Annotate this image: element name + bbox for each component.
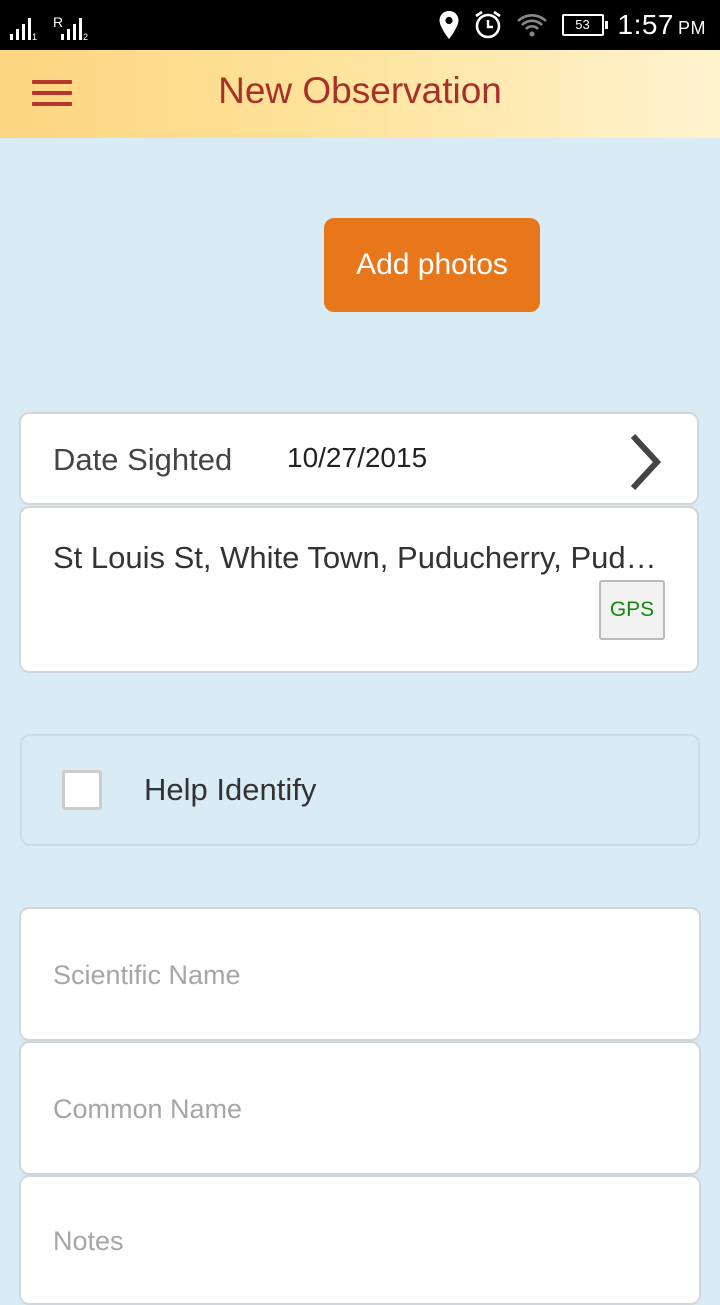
date-sighted-value: 10/27/2015 bbox=[287, 442, 428, 473]
common-name-input[interactable] bbox=[51, 1043, 655, 1175]
scientific-name-field-container bbox=[19, 907, 701, 1041]
alarm-icon bbox=[474, 10, 501, 39]
clock-ampm: PM bbox=[678, 18, 706, 38]
wifi-icon bbox=[516, 14, 547, 37]
page-title: New Observation bbox=[218, 70, 502, 111]
help-identify-label: Help Identify bbox=[144, 772, 317, 807]
sim2-index: 2 bbox=[83, 32, 89, 42]
notes-input[interactable] bbox=[51, 1177, 655, 1305]
gps-button[interactable]: GPS bbox=[599, 580, 665, 640]
help-identify-row: Help Identify bbox=[20, 734, 700, 846]
chevron-right-icon bbox=[630, 433, 662, 491]
location-icon bbox=[439, 11, 458, 39]
battery-icon: 53 bbox=[561, 14, 608, 36]
status-bar: 1 R 2 53 1:57 PM bbox=[0, 0, 720, 50]
scientific-name-input[interactable] bbox=[51, 909, 655, 1041]
help-identify-checkbox[interactable] bbox=[62, 770, 102, 810]
app-bar: New Observation bbox=[0, 50, 720, 138]
signal-icon: 1 bbox=[10, 18, 38, 42]
notes-field-container bbox=[19, 1175, 701, 1305]
roaming-indicator: R bbox=[53, 14, 64, 30]
clock-time: 1:57 bbox=[617, 9, 674, 40]
location-card: St Louis St, White Town, Puducherry, Pud… bbox=[19, 506, 699, 673]
clock: 1:57 PM bbox=[618, 9, 707, 41]
location-text: St Louis St, White Town, Puducherry, Pud… bbox=[53, 540, 669, 575]
sim1-index: 1 bbox=[32, 32, 38, 42]
add-photos-button[interactable]: Add photos bbox=[324, 218, 540, 312]
common-name-field-container bbox=[19, 1041, 701, 1175]
signal-group: 1 R 2 bbox=[10, 10, 89, 42]
date-sighted-label: Date Sighted bbox=[53, 442, 233, 477]
signal-roaming-icon: R 2 bbox=[53, 14, 89, 42]
battery-level: 53 bbox=[575, 17, 590, 32]
date-sighted-row[interactable]: Date Sighted 10/27/2015 bbox=[19, 412, 699, 505]
